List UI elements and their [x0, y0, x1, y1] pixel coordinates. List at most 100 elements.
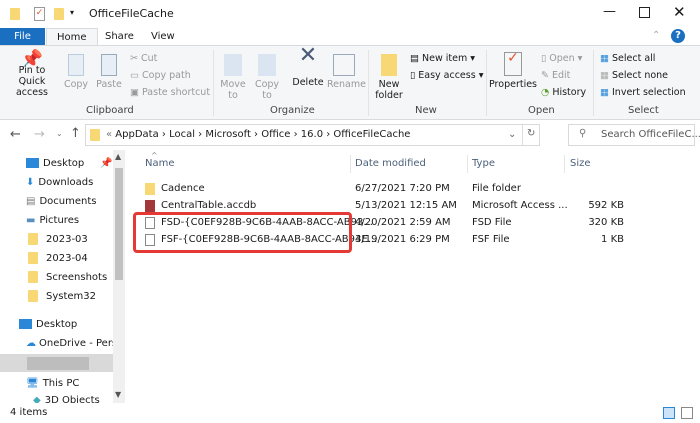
file-row[interactable]: Cadence 6/27/2021 7:20 PM File folder	[140, 180, 630, 197]
breadcrumb-item[interactable]: Microsoft	[205, 129, 251, 140]
select-none-button[interactable]: ▦ Select none	[600, 70, 668, 81]
divider	[522, 125, 523, 145]
copy-to-button[interactable]: Copy to	[252, 54, 282, 101]
tab-share[interactable]: Share	[95, 28, 144, 46]
help-icon[interactable]: ?	[671, 29, 685, 43]
properties-button[interactable]: ✓ Properties	[489, 51, 537, 90]
nav-item-desktop[interactable]: Desktop 📌	[26, 155, 112, 173]
nav-item-onedrive[interactable]: ☁OneDrive - Perso	[26, 335, 113, 353]
scroll-up-icon[interactable]: ▲	[115, 152, 121, 161]
nav-item-documents[interactable]: ▤ Documents	[26, 193, 96, 211]
nav-item-2023-04[interactable]: 2023-04	[28, 250, 88, 268]
column-header-type[interactable]: Type	[472, 158, 495, 169]
recent-locations-icon[interactable]: ⌄	[56, 129, 63, 138]
breadcrumb-item[interactable]: OfficeFileCache	[333, 129, 410, 140]
group-label-open: Open	[528, 105, 555, 116]
nav-item-screenshots[interactable]: Screenshots	[28, 269, 107, 287]
history-icon: ◔	[541, 87, 553, 98]
access-file-icon	[145, 200, 155, 212]
divider	[467, 155, 468, 173]
group-label-organize: Organize	[270, 105, 315, 116]
up-button[interactable]: ↑	[70, 126, 81, 141]
nav-item-2023-03[interactable]: 2023-03	[28, 231, 88, 249]
scroll-down-icon[interactable]: ▼	[115, 390, 121, 399]
title-bar: ✓ ▾ OfficeFileCache — ✕	[0, 0, 700, 30]
nav-item-3d-objects[interactable]: ◆ 3D Objects	[33, 393, 100, 403]
divider	[350, 155, 351, 173]
search-input[interactable]: Search OfficeFileC...	[601, 129, 700, 140]
qat-dropdown-icon[interactable]: ▾	[70, 8, 74, 17]
collapse-ribbon-icon[interactable]: ⌃	[652, 30, 660, 41]
pin-to-quick-access-button[interactable]: 📌 Pin to Quick access	[4, 51, 60, 99]
properties-qat-icon[interactable]: ✓	[34, 7, 45, 21]
search-icon: ⚲	[579, 128, 587, 139]
edit-button[interactable]: ✎ Edit	[541, 70, 570, 81]
folder-icon	[28, 290, 38, 302]
move-to-button[interactable]: Move to	[218, 54, 248, 101]
copy-path-button[interactable]: ▭ Copy path	[130, 70, 191, 81]
file-type: Microsoft Access ...	[472, 200, 568, 211]
rename-button[interactable]: Rename	[327, 54, 366, 90]
tab-view[interactable]: View	[141, 28, 185, 46]
back-button[interactable]: ←	[10, 127, 21, 142]
column-header-date[interactable]: Date modified	[355, 158, 426, 169]
maximize-button[interactable]	[639, 7, 650, 18]
computer-icon: 🖥	[26, 378, 39, 389]
column-header-size[interactable]: Size	[570, 158, 591, 169]
address-bar[interactable]: « AppData › Local › Microsoft › Office ›…	[85, 124, 540, 146]
easy-access-button[interactable]: ▯ Easy access ▾	[410, 70, 483, 81]
nav-item-downloads[interactable]: ⬇ Downloads	[26, 174, 93, 192]
scissors-icon: ✂	[130, 53, 141, 64]
breadcrumb-item[interactable]: Office	[261, 129, 290, 140]
new-folder-qat-icon[interactable]	[54, 8, 64, 20]
select-none-icon: ▦	[600, 70, 612, 81]
breadcrumb-item[interactable]: 16.0	[301, 129, 323, 140]
select-all-icon: ▦	[600, 53, 612, 64]
nav-item-this-pc[interactable]: 🖥 This PC	[26, 375, 79, 393]
nav-scrollbar[interactable]: ▲ ▼	[113, 150, 125, 403]
navigation-pane: Desktop 📌 ⬇ Downloads ▤ Documents ▬ Pictures…	[0, 150, 113, 403]
cloud-icon: ☁	[26, 338, 36, 349]
file-date: 6/27/2021 7:20 PM	[355, 183, 450, 194]
breadcrumb-item[interactable]: AppData	[115, 129, 158, 140]
folder-icon	[90, 129, 100, 141]
scrollbar-thumb[interactable]	[115, 168, 123, 280]
large-icons-view-button[interactable]	[681, 407, 693, 419]
cut-button[interactable]: ✂ Cut	[130, 53, 157, 64]
nav-item-user-redacted[interactable]	[0, 354, 113, 372]
nav-item-system32[interactable]: System32	[28, 288, 96, 306]
delete-button[interactable]: ✕ Delete	[291, 45, 325, 89]
open-button[interactable]: ▯ Open ▾	[541, 53, 582, 64]
forward-button[interactable]: →	[34, 127, 45, 142]
tab-file[interactable]: File	[0, 28, 45, 46]
new-item-icon: ▤	[410, 53, 422, 64]
copy-button[interactable]: Copy	[62, 54, 90, 90]
nav-item-desktop-root[interactable]: Desktop	[19, 316, 77, 334]
paste-shortcut-button[interactable]: ▣ Paste shortcut	[130, 87, 210, 98]
history-button[interactable]: ◔ History	[541, 87, 586, 98]
file-date: 4/19/2021 6:29 PM	[355, 234, 450, 245]
close-button[interactable]: ✕	[673, 3, 686, 21]
refresh-icon[interactable]: ↻	[527, 128, 535, 139]
file-type: FSD File	[472, 217, 512, 228]
folder-icon	[28, 233, 38, 245]
item-count: 4 items	[10, 407, 48, 418]
pictures-icon: ▬	[26, 215, 36, 226]
address-dropdown-icon[interactable]: ⌄	[508, 129, 516, 140]
new-folder-button[interactable]: New folder	[372, 54, 406, 101]
invert-selection-icon: ▦	[600, 87, 612, 98]
paste-button[interactable]: Paste	[94, 54, 124, 90]
column-header-name[interactable]: Name	[145, 158, 175, 169]
details-view-button[interactable]	[663, 407, 675, 419]
folder-icon	[10, 8, 20, 20]
minimize-button[interactable]: —	[603, 4, 616, 19]
nav-item-pictures[interactable]: ▬ Pictures	[26, 212, 79, 230]
breadcrumb-item[interactable]: Local	[169, 129, 195, 140]
file-date: 5/13/2021 12:15 AM	[355, 200, 457, 211]
invert-selection-button[interactable]: ▦ Invert selection	[600, 87, 686, 98]
search-box[interactable]: ⚲ Search OfficeFileC...	[568, 124, 700, 146]
file-type: FSF File	[472, 234, 510, 245]
select-all-button[interactable]: ▦ Select all	[600, 53, 655, 64]
new-item-button[interactable]: ▤ New item ▾	[410, 53, 475, 64]
tab-home[interactable]: Home	[46, 28, 98, 46]
